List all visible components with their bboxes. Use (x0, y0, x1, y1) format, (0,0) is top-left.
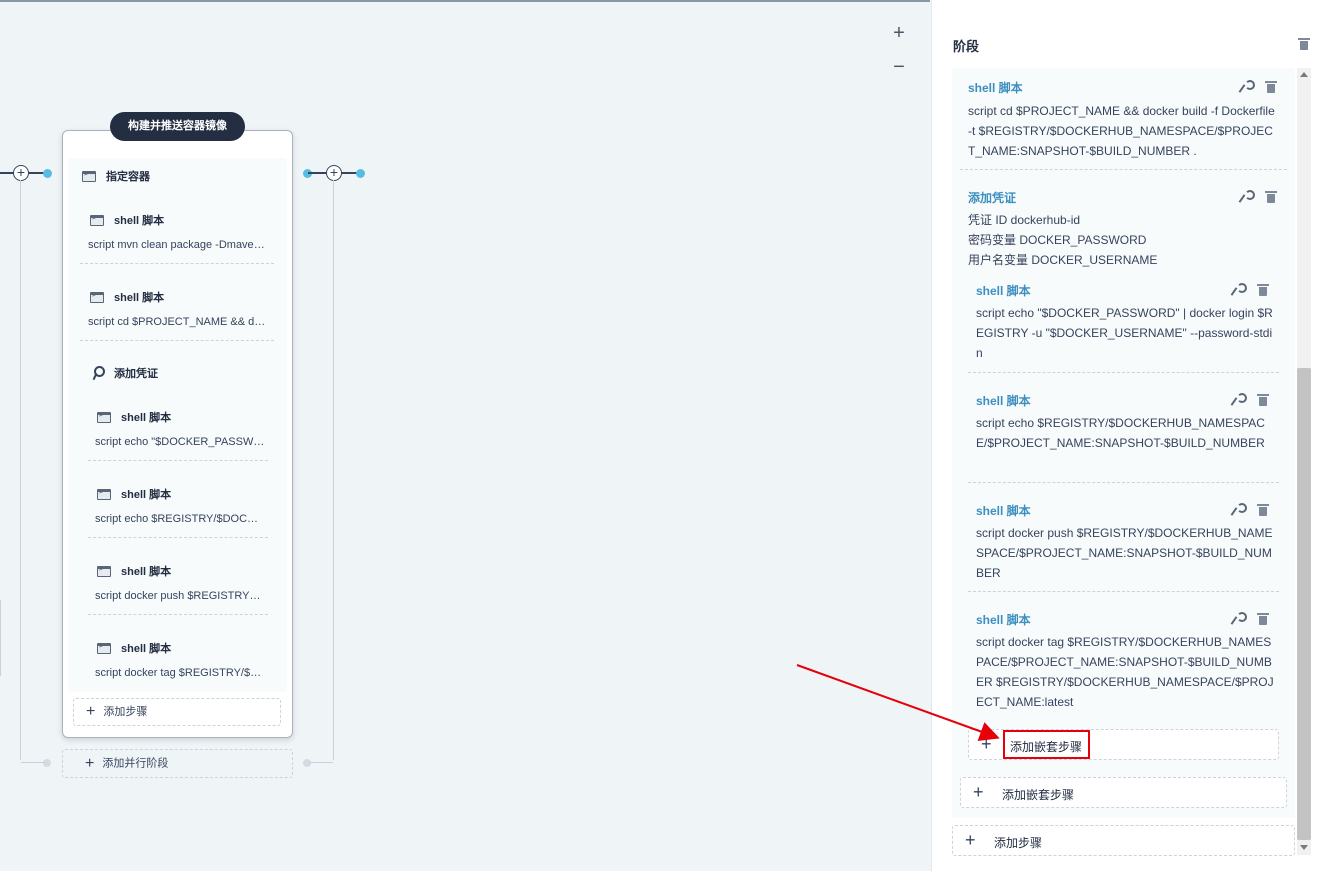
stage-name-pill[interactable]: 构建并推送容器镜像 (110, 112, 245, 141)
